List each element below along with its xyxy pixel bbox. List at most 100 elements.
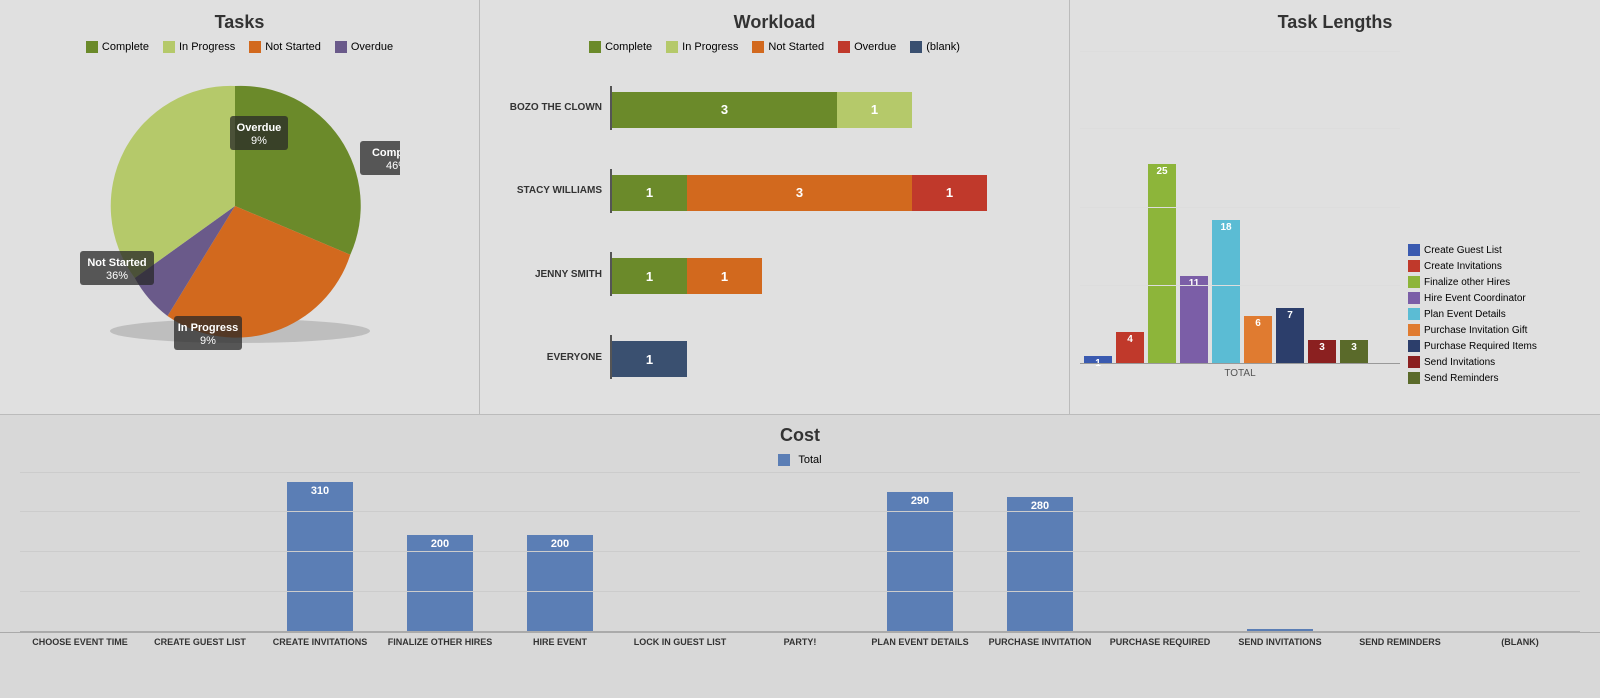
tl-bar-cgl: 1: [1084, 356, 1112, 364]
legend-overdue-label: Overdue: [351, 41, 393, 53]
cost-col-cgl: [140, 432, 260, 632]
wl-label-everyone: EVERYONE: [490, 352, 610, 363]
tl-label-sr: Send Reminders: [1424, 373, 1498, 384]
cost-bars-row: 310 200 200 290: [0, 472, 1600, 632]
cost-xlabel-sr: SEND REMINDERS: [1340, 633, 1460, 647]
cost-content: Cost Total: [0, 415, 1600, 698]
tl-legend-pri: Purchase Required Items: [1408, 340, 1537, 352]
tl-label-ped: Plan Event Details: [1424, 309, 1506, 320]
tl-bar-sr: 3: [1340, 340, 1368, 364]
cost-xlabel-ligl: LOCK IN GUEST LIST: [620, 633, 740, 647]
cost-xlabel-pi: PURCHASE INVITATION: [980, 633, 1100, 647]
wl-bar-complete-stacy: 1: [612, 175, 687, 211]
cost-bar-ci: 310: [287, 482, 353, 632]
svg-text:9%: 9%: [200, 335, 216, 347]
wl-bar-notstarted-jenny: 1: [687, 258, 762, 294]
cost-xlabel-blank: (BLANK): [1460, 633, 1580, 647]
tasklen-panel: Task Lengths 1: [1070, 0, 1600, 414]
cost-col-foh: 200: [380, 432, 500, 632]
wl-inprog-swatch: [666, 41, 678, 53]
svg-text:36%: 36%: [105, 270, 127, 282]
wl-inprog-label: In Progress: [682, 41, 738, 53]
wl-overdue-label: Overdue: [854, 41, 896, 53]
svg-text:9%: 9%: [251, 135, 267, 147]
tl-swatch-si: [1408, 356, 1420, 368]
workload-chart: BOZO THE CLOWN 3 1 STACY WILLIAMS 1 3 1: [490, 61, 1059, 404]
wl-bar-inprog-bozo: 1: [837, 92, 912, 128]
tl-legend-cgl: Create Guest List: [1408, 244, 1537, 256]
svg-text:Overdue: Overdue: [236, 122, 281, 134]
wl-bars-stacy: 1 3 1: [612, 175, 987, 211]
wl-bars-jenny: 1 1: [612, 258, 762, 294]
tl-label-ci: Create Invitations: [1424, 261, 1502, 272]
tl-label-cgl: Create Guest List: [1424, 245, 1502, 256]
cost-bar-foh: 200: [407, 535, 473, 632]
wl-row-stacy: STACY WILLIAMS 1 3 1: [490, 169, 1059, 213]
overdue-swatch: [335, 41, 347, 53]
cost-col-cet: [20, 432, 140, 632]
pie-chart: Complete 46% Not Started 36% Overdue 9% …: [80, 61, 400, 351]
wl-label-stacy: STACY WILLIAMS: [490, 185, 610, 196]
tl-x-label: TOTAL: [1080, 364, 1400, 379]
tl-bar-cgl-rect: 1: [1084, 356, 1112, 364]
tl-legend-ped: Plan Event Details: [1408, 308, 1537, 320]
cost-xlabel-he: HIRE EVENT: [500, 633, 620, 647]
wl-bars-everyone: 1: [612, 341, 687, 377]
tl-label-si: Send Invitations: [1424, 357, 1495, 368]
wl-row-bozo: BOZO THE CLOWN 3 1: [490, 86, 1059, 130]
cost-col-ligl: [620, 432, 740, 632]
top-row: Tasks Complete In Progress Not Started O…: [0, 0, 1600, 415]
tl-bar-ped: 18: [1212, 220, 1240, 364]
cost-col-blank: [1460, 432, 1580, 632]
tl-bar-foh: 25: [1148, 164, 1176, 364]
tl-swatch-cgl: [1408, 244, 1420, 256]
workload-legend: Complete In Progress Not Started Overdue…: [589, 41, 960, 53]
cost-bar-pi: 280: [1007, 497, 1073, 632]
wl-complete-swatch: [589, 41, 601, 53]
wl-bar-notstarted-stacy: 3: [687, 175, 912, 211]
wl-bars-bozo: 3 1: [612, 92, 912, 128]
wl-row-everyone: EVERYONE 1: [490, 335, 1059, 379]
svg-text:In Progress: In Progress: [177, 322, 238, 334]
wl-label-jenny: JENNY SMITH: [490, 269, 610, 280]
wl-bar-complete-bozo: 3: [612, 92, 837, 128]
tl-bar-hec: 11: [1180, 276, 1208, 364]
tl-swatch-foh: [1408, 276, 1420, 288]
cost-bar-he: 200: [527, 535, 593, 632]
legend-inprogress-label: In Progress: [179, 41, 235, 53]
cost-col-pi: 280: [980, 432, 1100, 632]
legend-notstarted: Not Started: [249, 41, 321, 53]
tl-swatch-ped: [1408, 308, 1420, 320]
complete-swatch: [86, 41, 98, 53]
cost-chart-wrapper: 310 200 200 290: [0, 472, 1600, 632]
wl-complete-label: Complete: [605, 41, 652, 53]
tl-swatch-ci: [1408, 260, 1420, 272]
wl-blank-swatch: [910, 41, 922, 53]
tl-label-pri: Purchase Required Items: [1424, 341, 1537, 352]
wl-bar-overdue-stacy: 1: [912, 175, 987, 211]
cost-bar-si: [1247, 629, 1313, 632]
cost-xlabel-cet: CHOOSE EVENT TIME: [20, 633, 140, 647]
cost-xlabel-cgl: CREATE GUEST LIST: [140, 633, 260, 647]
cost-bar-ped: 290: [887, 492, 953, 632]
wl-row-jenny: JENNY SMITH 1 1: [490, 252, 1059, 296]
tl-bar-ped-rect: 18: [1212, 220, 1240, 364]
tl-swatch-pig: [1408, 324, 1420, 336]
cost-col-he: 200: [500, 432, 620, 632]
cost-xlabel-pr: PURCHASE REQUIRED: [1100, 633, 1220, 647]
cost-xlabel-si: SEND INVITATIONS: [1220, 633, 1340, 647]
cost-col-ci: 310: [260, 432, 380, 632]
tl-bar-si: 3: [1308, 340, 1336, 364]
legend-overdue: Overdue: [335, 41, 393, 53]
wl-notstarted-label: Not Started: [768, 41, 824, 53]
dashboard: Tasks Complete In Progress Not Started O…: [0, 0, 1600, 698]
cost-xlabel-ci: CREATE INVITATIONS: [260, 633, 380, 647]
svg-text:46%: 46%: [385, 160, 399, 172]
tl-label-hec: Hire Event Coordinator: [1424, 293, 1526, 304]
cost-col-party: [740, 432, 860, 632]
tasklen-title: Task Lengths: [1278, 12, 1393, 33]
tasklen-bars-container: 1 4 25 11: [1080, 51, 1400, 384]
tl-legend-pig: Purchase Invitation Gift: [1408, 324, 1537, 336]
tl-bar-ci: 4: [1116, 332, 1144, 364]
tl-bar-ci-rect: 4: [1116, 332, 1144, 364]
